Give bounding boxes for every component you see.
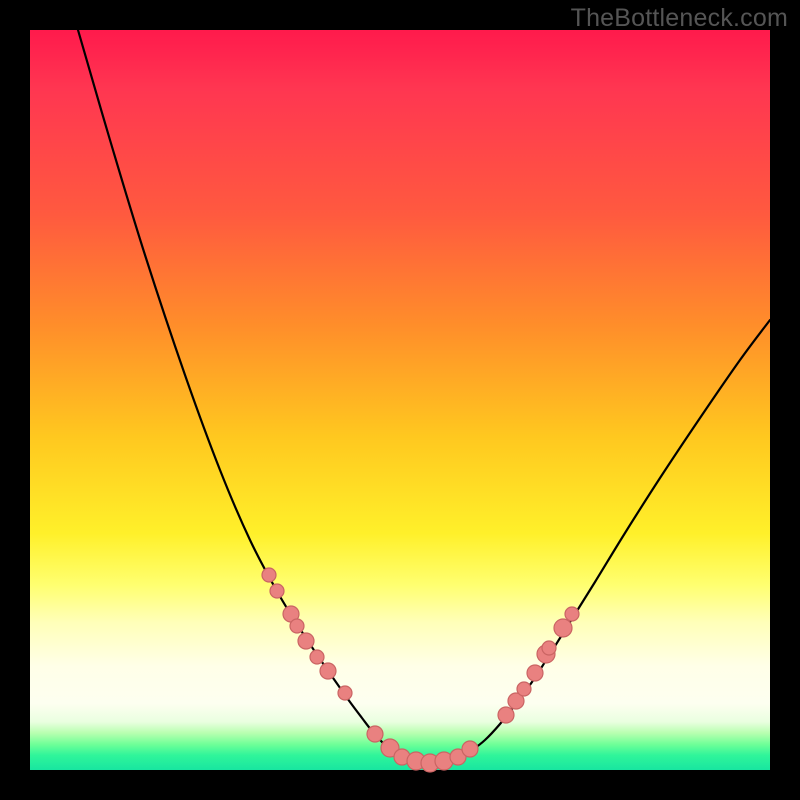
plot-area bbox=[30, 30, 770, 770]
data-marker bbox=[298, 633, 314, 649]
data-markers-group bbox=[262, 568, 579, 772]
watermark-text: TheBottleneck.com bbox=[571, 4, 788, 33]
bottleneck-curve-layer bbox=[30, 30, 770, 770]
data-marker bbox=[462, 741, 478, 757]
data-marker bbox=[554, 619, 572, 637]
data-marker bbox=[262, 568, 276, 582]
data-marker bbox=[367, 726, 383, 742]
data-marker bbox=[565, 607, 579, 621]
data-marker bbox=[498, 707, 514, 723]
figure-root: TheBottleneck.com bbox=[0, 0, 800, 800]
data-marker bbox=[270, 584, 284, 598]
data-marker bbox=[517, 682, 531, 696]
data-marker bbox=[310, 650, 324, 664]
bottleneck-curve-left bbox=[78, 30, 430, 764]
data-marker bbox=[290, 619, 304, 633]
data-marker bbox=[320, 663, 336, 679]
data-marker bbox=[338, 686, 352, 700]
data-marker bbox=[527, 665, 543, 681]
data-marker bbox=[542, 641, 556, 655]
bottleneck-curve-right bbox=[430, 320, 770, 764]
